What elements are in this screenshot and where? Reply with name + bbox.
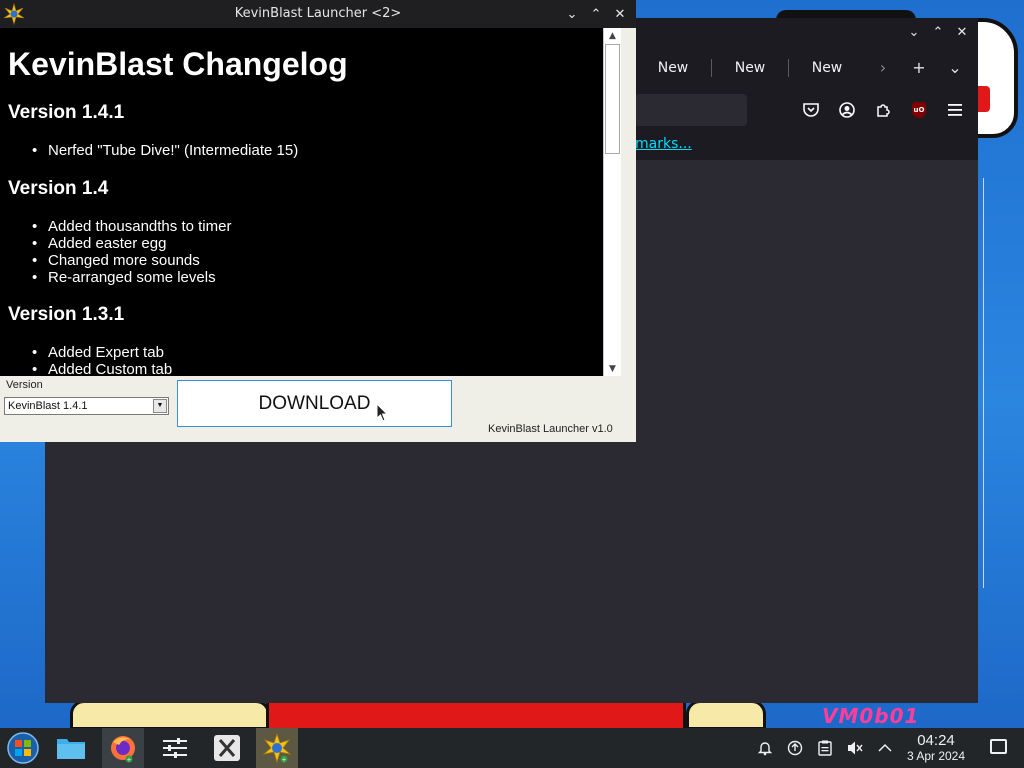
taskbar-clock[interactable]: 04:24 3 Apr 2024 (898, 732, 974, 763)
chevron-up-icon[interactable] (870, 728, 900, 768)
browser-tab[interactable]: New (712, 60, 788, 76)
close-icon[interactable]: ✕ (952, 22, 972, 42)
svg-text:+: + (126, 757, 131, 764)
system-tray (750, 728, 900, 768)
version-section: Version 1.3.1 Added Expert tab Added Cus… (8, 304, 172, 376)
pocket-icon[interactable] (797, 98, 825, 122)
volume-muted-icon[interactable] (840, 728, 870, 768)
updates-icon[interactable] (780, 728, 810, 768)
version-changes: Added Expert tab Added Custom tab (32, 344, 172, 376)
browser-toolbar-icons: uO (797, 98, 969, 122)
close-icon[interactable]: ✕ (610, 4, 630, 24)
folder-icon (57, 739, 85, 759)
list-item: Added thousandths to timer (32, 218, 231, 235)
extensions-icon[interactable] (869, 98, 897, 122)
launcher-version-footer: KevinBlast Launcher v1.0 (488, 423, 613, 435)
version-label: Version (6, 379, 43, 391)
browser-tab[interactable]: New (789, 60, 865, 76)
clipboard-icon[interactable] (810, 728, 840, 768)
wallpaper-shape (266, 700, 686, 728)
x-app-icon (214, 735, 240, 761)
clock-time: 04:24 (917, 732, 955, 749)
taskbar: + + 04:24 3 Apr 2024 (0, 728, 1024, 768)
list-item: Added Expert tab (32, 344, 172, 361)
window-title: KevinBlast Launcher <2> (234, 6, 402, 21)
version-section: Version 1.4.1 Nerfed "Tube Dive!" (Inter… (8, 102, 298, 159)
hamburger-menu-icon[interactable] (941, 98, 969, 122)
version-changes: Nerfed "Tube Dive!" (Intermediate 15) (32, 142, 298, 159)
wallpaper-shape (686, 700, 766, 728)
version-heading: Version 1.4 (8, 178, 109, 199)
chevron-down-icon[interactable]: ▼ (153, 399, 167, 413)
version-heading: Version 1.4.1 (8, 102, 125, 123)
launcher-window-controls: ⌄ ⌃ ✕ (562, 4, 630, 24)
scroll-down-icon[interactable]: ▼ (604, 361, 621, 376)
taskbar-kevinblast-launcher[interactable]: + (256, 728, 298, 768)
maximize-icon[interactable]: ⌃ (586, 4, 606, 24)
windows-orb-icon (7, 732, 39, 764)
changelog-scrollbar[interactable]: ▲ ▼ (603, 28, 621, 376)
url-bar[interactable] (635, 94, 747, 126)
new-tab-plus-icon[interactable]: + (901, 58, 937, 77)
scroll-up-icon[interactable]: ▲ (604, 28, 621, 43)
changelog-title: KevinBlast Changelog (8, 46, 348, 82)
browser-content-edge (981, 178, 984, 588)
version-heading: Version 1.3.1 (8, 304, 125, 325)
browser-tab[interactable]: New (635, 60, 711, 76)
list-item: Added Custom tab (32, 361, 172, 376)
list-item: Added easter egg (32, 235, 231, 252)
list-item: Re-arranged some levels (32, 269, 231, 286)
maximize-icon[interactable]: ⌃ (928, 22, 948, 42)
taskbar-mixer[interactable] (154, 728, 196, 768)
list-item: Nerfed "Tube Dive!" (Intermediate 15) (32, 142, 298, 159)
scrollbar-thumb[interactable] (605, 44, 620, 154)
list-item: Changed more sounds (32, 252, 231, 269)
svg-text:+: + (281, 757, 286, 764)
version-section: Version 1.4 Added thousandths to timer A… (8, 178, 231, 286)
account-icon[interactable] (833, 98, 861, 122)
minimize-icon[interactable]: ⌄ (904, 22, 924, 42)
launcher-titlebar[interactable]: KevinBlast Launcher <2> ⌄ ⌃ ✕ (0, 0, 636, 28)
firefox-icon: + (111, 736, 135, 764)
start-menu-button[interactable] (2, 728, 44, 768)
browser-window-controls: ⌄ ⌃ ✕ (904, 22, 972, 42)
wallpaper-shape (70, 700, 270, 728)
ublock-origin-icon[interactable]: uO (905, 98, 933, 122)
clock-date: 3 Apr 2024 (906, 749, 966, 763)
wallpaper-signature: VM0b01 (822, 704, 920, 728)
notifications-bell-icon[interactable] (750, 728, 780, 768)
version-changes: Added thousandths to timer Added easter … (32, 218, 231, 286)
browser-tab-row: New New New › + ⌄ (635, 58, 973, 77)
chevron-down-icon[interactable]: ⌄ (937, 58, 973, 77)
taskbar-firefox[interactable]: + (102, 728, 144, 768)
version-selected-value: KevinBlast 1.4.1 (8, 400, 88, 412)
sliders-icon (163, 738, 187, 758)
mouse-cursor-icon (376, 403, 388, 422)
download-button[interactable]: DOWNLOAD (177, 380, 452, 427)
taskbar-file-manager[interactable] (50, 728, 92, 768)
launcher-window[interactable]: KevinBlast Launcher <2> ⌄ ⌃ ✕ KevinBlast… (0, 0, 636, 442)
version-dropdown[interactable]: KevinBlast 1.4.1 ▼ (4, 397, 169, 415)
taskbar-x-app[interactable] (206, 728, 248, 768)
show-desktop-icon[interactable] (990, 739, 1007, 754)
changelog-panel[interactable]: KevinBlast Changelog Version 1.4.1 Nerfe… (0, 28, 603, 376)
minimize-icon[interactable]: ⌄ (562, 4, 582, 24)
kevinblast-icon: + (262, 732, 292, 764)
bookmarks-link[interactable]: marks... (635, 136, 692, 152)
chevron-right-icon[interactable]: › (865, 58, 901, 77)
